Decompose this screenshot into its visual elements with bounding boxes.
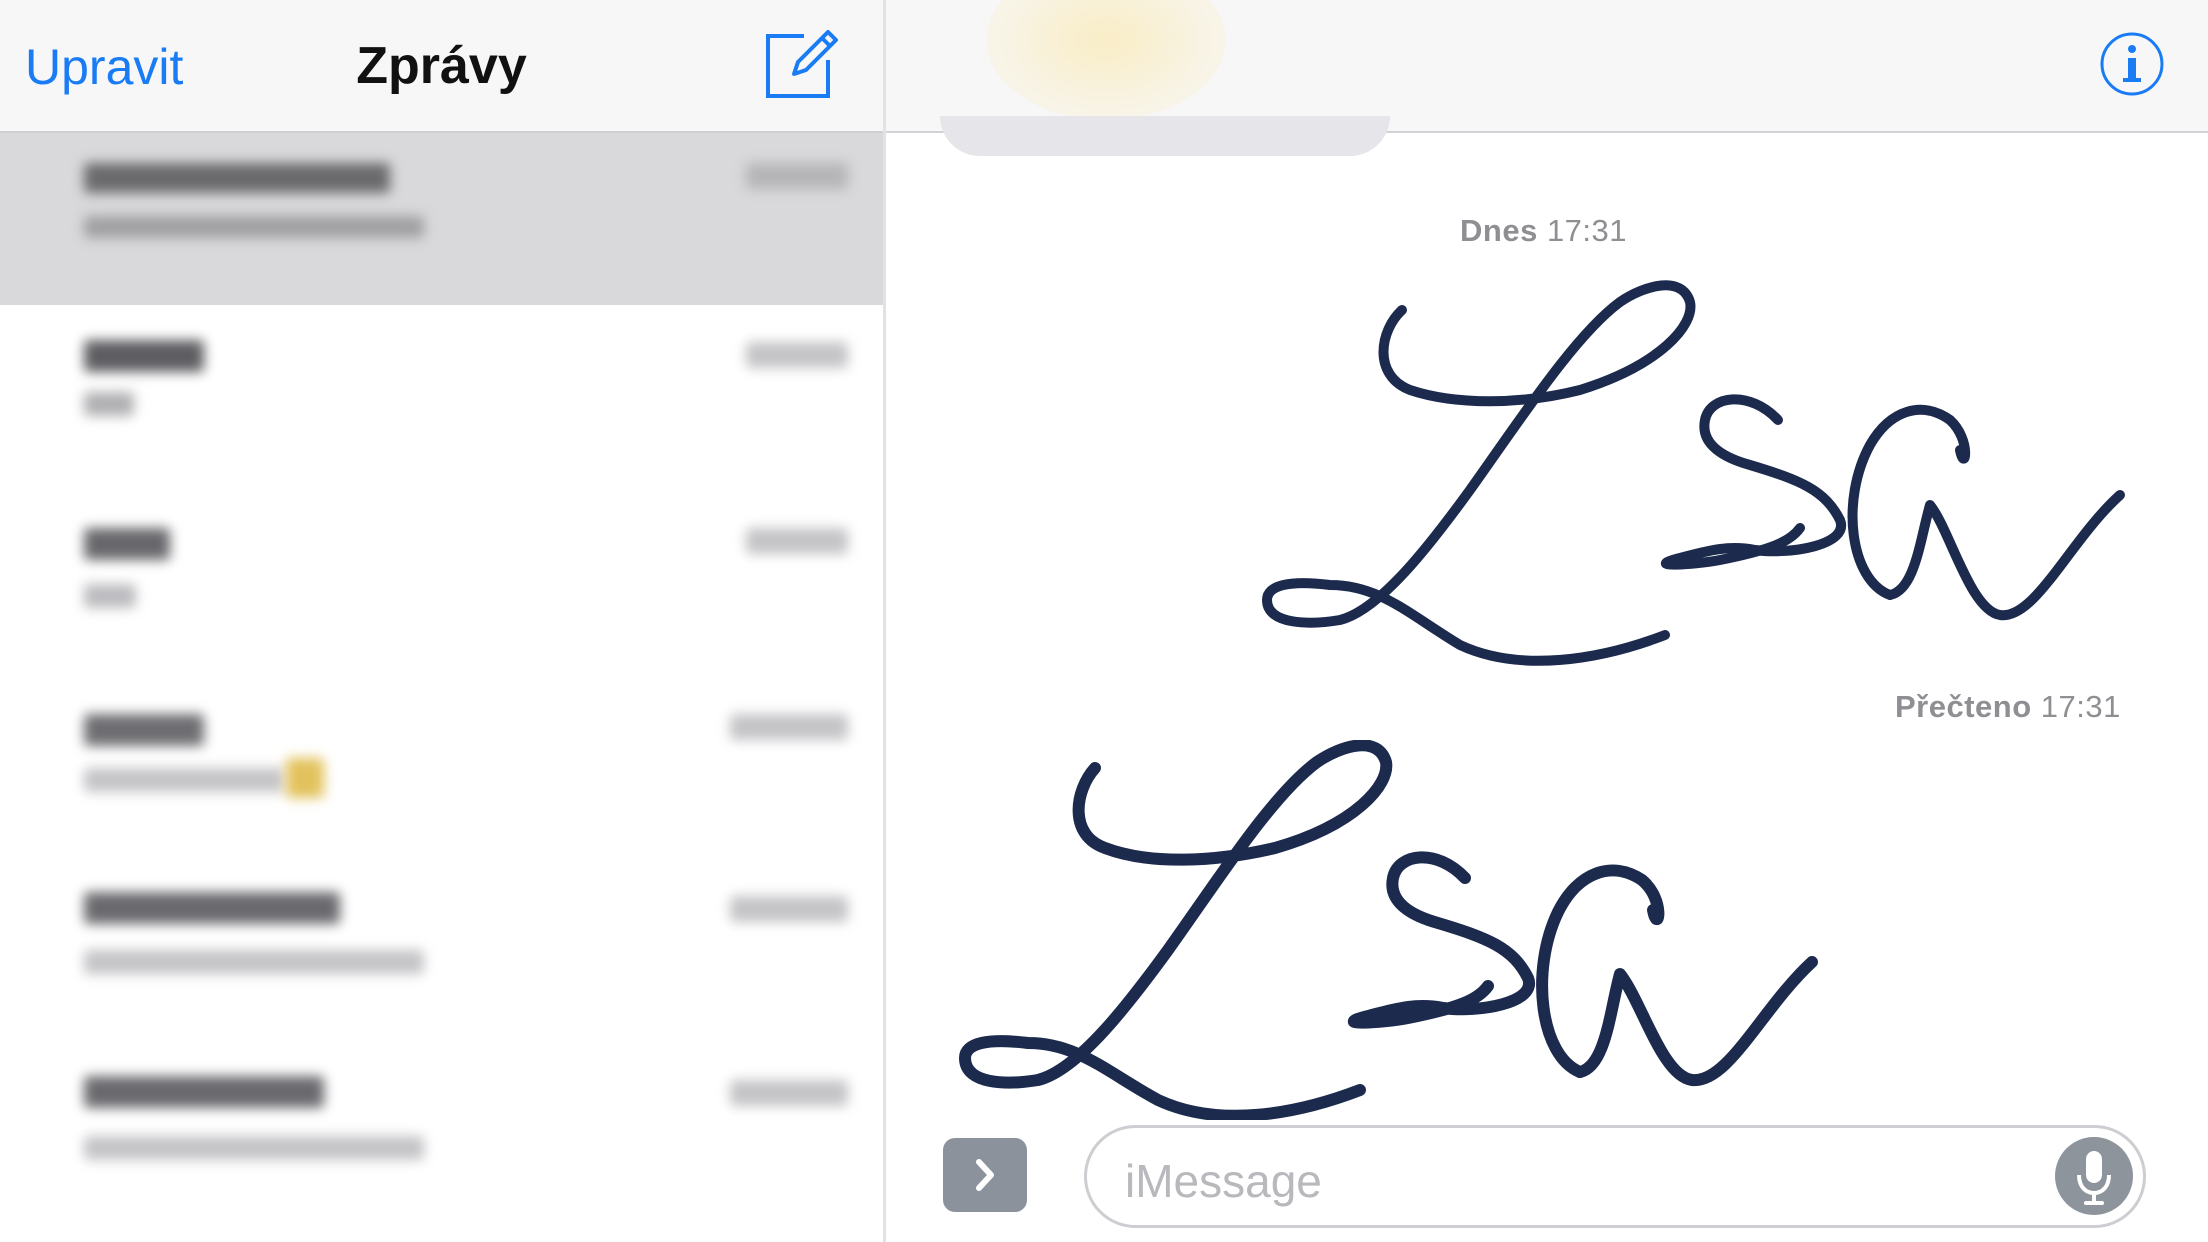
conversation-row[interactable] [0,1060,883,1242]
message-input[interactable]: iMessage [1084,1125,2146,1228]
time-redacted [746,342,848,368]
contact-name-redacted [84,340,204,372]
message-preview-redacted [84,768,284,792]
message-input-placeholder: iMessage [1125,1155,1322,1207]
contact-avatar-glow [986,0,1226,120]
conversation-row[interactable] [0,876,883,1056]
compose-icon[interactable] [764,26,840,102]
read-time: 17:31 [2040,689,2121,724]
timestamp: Dnes 17:31 [1460,213,1627,249]
microphone-button[interactable] [2055,1137,2133,1215]
timestamp-time: 17:31 [1546,213,1628,248]
message-preview-redacted [84,950,424,974]
list-header: Upravit Zprávy [0,0,883,133]
message-preview-redacted [84,216,424,238]
chevron-right-icon [976,1159,994,1191]
contact-name-redacted [84,714,204,746]
handwriting-drawing [1262,280,2125,666]
contact-name-redacted [84,1076,324,1108]
conversation-row[interactable] [0,690,883,870]
time-redacted [730,1080,848,1106]
time-redacted [730,714,848,740]
time-redacted [746,163,848,189]
conversation-row[interactable] [0,133,883,305]
read-label: Přečteno [1895,689,2032,724]
handwriting-drawing [959,739,1818,1122]
message-preview-redacted [84,392,134,416]
contact-name-redacted [84,892,340,924]
microphone-icon [2077,1151,2111,1205]
conversation-list: Upravit Zprávy [0,0,886,1242]
conversation-row[interactable] [0,320,883,500]
info-icon[interactable] [2099,31,2165,97]
message-preview-redacted [84,1136,424,1160]
read-receipt: Přečteno 17:31 [1895,689,2121,725]
message-preview-redacted [84,584,136,608]
page-title: Zprávy [356,37,527,95]
timestamp-day: Dnes [1460,213,1538,248]
conversation-row[interactable] [0,504,883,684]
handwriting-message[interactable] [1250,280,2150,685]
app-drawer-button[interactable] [943,1138,1027,1212]
conversation-header [886,0,2208,133]
emoji-redacted [286,758,324,798]
handwriting-canvas[interactable] [950,739,1850,1125]
time-redacted [730,896,848,922]
previous-message-bubble [940,116,1390,156]
contact-name-redacted [84,528,170,560]
contact-name-redacted [84,163,390,193]
time-redacted [746,528,848,554]
